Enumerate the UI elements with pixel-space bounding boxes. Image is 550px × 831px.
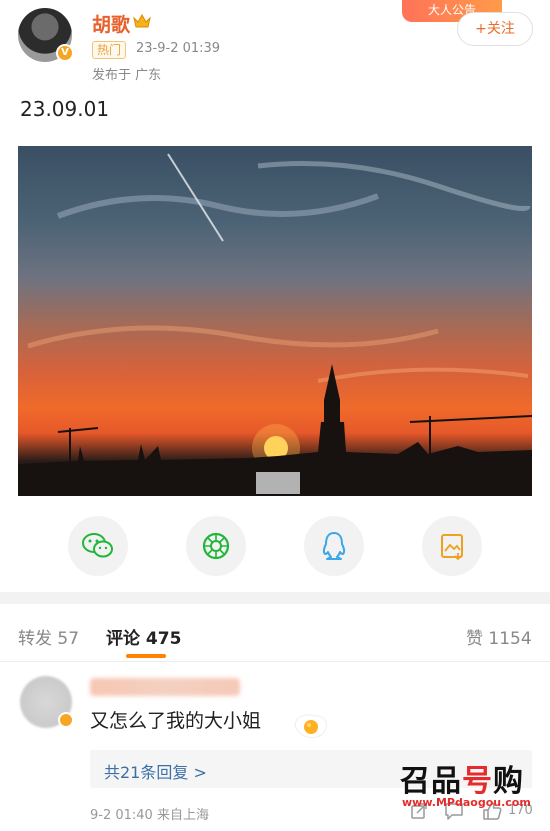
crown-icon [133, 13, 151, 28]
interaction-tabs: 转发 57 评论 475 赞 1154 [0, 604, 550, 662]
follow-button[interactable]: +关注 [457, 12, 533, 46]
tab-reposts-count: 57 [57, 629, 80, 649]
tab-likes[interactable]: 赞 1154 [466, 624, 532, 649]
moments-icon [202, 532, 230, 560]
wechat-icon [82, 533, 113, 558]
post-text: 23.09.01 [20, 97, 110, 121]
share-moments-button[interactable] [186, 516, 246, 576]
comment-meta: 9-2 01:40 来自上海 [90, 808, 209, 823]
active-tab-indicator [126, 654, 166, 658]
post-time: 23-9-2 01:39 [136, 41, 221, 56]
watermark-url: www.MPdaogou.com [402, 796, 531, 809]
tab-likes-label: 赞 [466, 629, 483, 649]
comment-text: 又怎么了我的大小姐 [90, 710, 262, 732]
watermark-title: 召品号购 [400, 756, 524, 800]
watermark-title-part: 购 [493, 764, 524, 799]
tab-comments-label: 评论 [106, 629, 140, 649]
site-watermark-logo: 召品号购 www.MPdaogou.com [400, 756, 545, 812]
verified-badge-icon: V [56, 44, 74, 62]
tab-comments[interactable]: 评论 475 [106, 624, 181, 649]
tab-reposts[interactable]: 转发 57 [18, 624, 79, 649]
verified-badge-icon [58, 712, 74, 728]
fried-egg-emoji-icon [294, 714, 327, 738]
post-photo[interactable] [18, 146, 532, 496]
share-row [0, 516, 550, 578]
qq-icon [322, 532, 346, 560]
username[interactable]: 胡歌 [92, 10, 130, 37]
share-wechat-button[interactable] [68, 516, 128, 576]
post-location: 发布于 广东 [92, 68, 162, 83]
share-qq-button[interactable] [304, 516, 364, 576]
post-header: 大人公告 V 胡歌 热门 23-9-2 01:39 发布于 广东 +关注 [0, 0, 550, 90]
hot-badge: 热门 [92, 41, 127, 59]
sunset-skyline-image [18, 153, 532, 496]
save-image-icon [441, 534, 463, 560]
tab-likes-count: 1154 [488, 629, 532, 649]
tab-reposts-label: 转发 [18, 629, 52, 649]
tab-comments-count: 475 [145, 629, 182, 649]
save-image-button[interactable] [422, 516, 482, 576]
watermark-title-part: 召品 [400, 764, 462, 799]
section-divider [0, 592, 550, 604]
view-replies-link[interactable]: 共21条回复 > [104, 759, 207, 783]
watermark-title-part: 号 [462, 764, 493, 799]
commenter-name-blurred[interactable] [90, 678, 240, 696]
